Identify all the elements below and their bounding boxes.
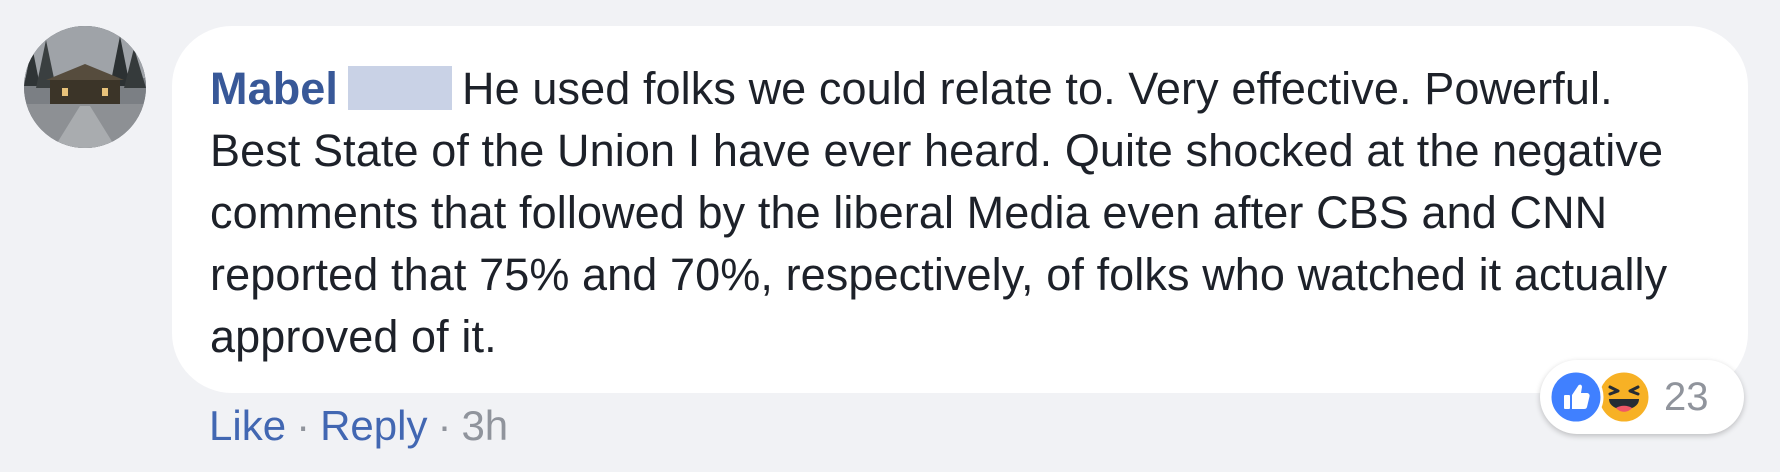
separator: · — [296, 402, 311, 449]
avatar-photo — [24, 26, 146, 148]
comment-bubble: Mabel He used folks we could relate to. V… — [172, 26, 1748, 393]
redacted-surname — [348, 66, 453, 110]
avatar[interactable] — [24, 26, 146, 148]
author-name-link[interactable]: Mabel — [210, 63, 338, 114]
like-icon — [1548, 369, 1604, 425]
reactions-summary[interactable]: 23 — [1540, 360, 1744, 434]
timestamp[interactable]: 3h — [461, 402, 508, 449]
comment-body: Mabel He used folks we could relate to. V… — [210, 58, 1690, 368]
comment-actions: Like · Reply · 3h — [209, 400, 508, 452]
separator: · — [437, 402, 452, 449]
like-button[interactable]: Like — [209, 402, 286, 449]
haha-icon — [1596, 369, 1652, 425]
reply-button[interactable]: Reply — [320, 402, 427, 449]
reaction-count: 23 — [1664, 375, 1709, 419]
comment: Mabel He used folks we could relate to. V… — [0, 0, 1780, 472]
